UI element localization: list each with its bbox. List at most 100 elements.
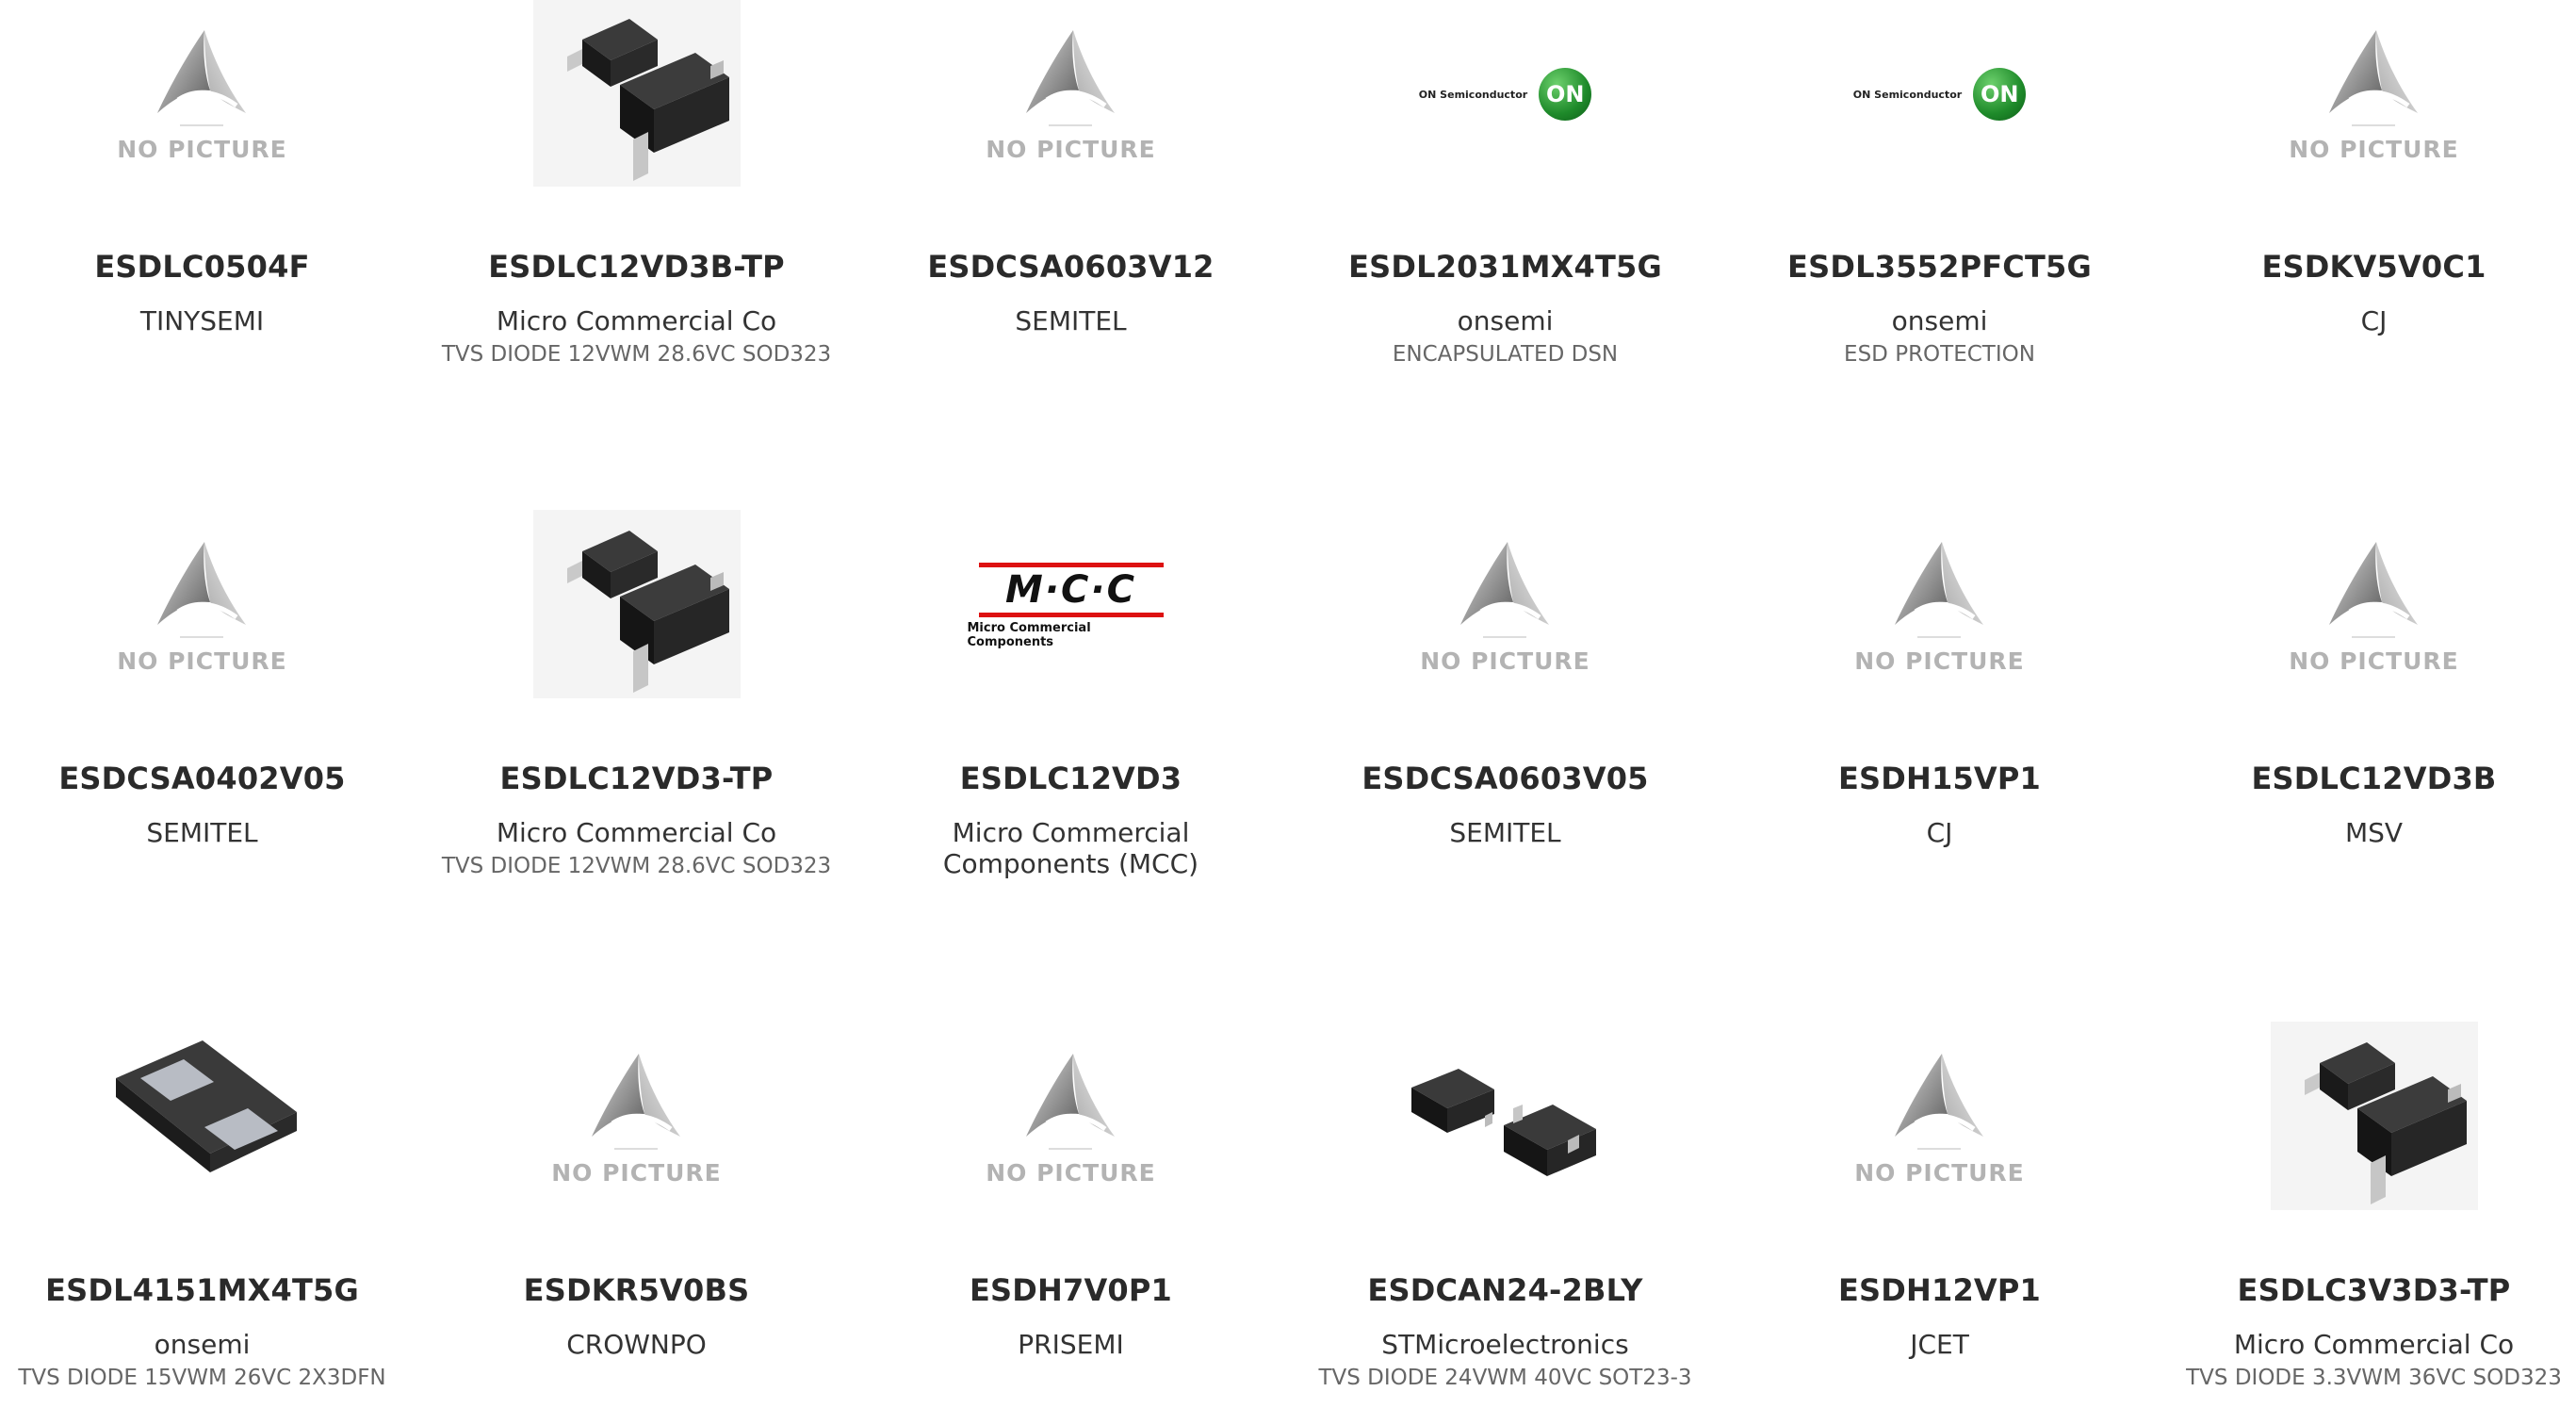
no-picture-placeholder[interactable]: NO PICTURE <box>1402 512 1609 700</box>
no-picture-icon: NO PICTURE <box>117 26 287 163</box>
product-card[interactable]: NO PICTURE ESDKV5V0C1 CJ <box>2157 0 2576 512</box>
no-picture-placeholder[interactable]: NO PICTURE <box>1836 1023 2044 1212</box>
no-picture-placeholder[interactable]: NO PICTURE <box>1836 512 2044 700</box>
manufacturer-name: Micro Commercial Co <box>2233 1329 2515 1360</box>
product-description: TVS DIODE 15VWM 26VC 2X3DFN <box>18 1366 386 1390</box>
product-description: TVS DIODE 12VWM 28.6VC SOD323 <box>441 342 832 367</box>
no-picture-text: NO PICTURE <box>117 647 287 675</box>
onsemi-logo-image[interactable]: ON Semiconductor ON <box>1402 0 1609 188</box>
manufacturer-name: PRISEMI <box>1018 1329 1124 1360</box>
part-number-link[interactable]: ESDCSA0603V12 <box>927 249 1214 285</box>
product-card[interactable]: NO PICTURE ESDH15VP1 CJ <box>1722 512 2157 1023</box>
no-picture-icon: NO PICTURE <box>986 1050 1156 1187</box>
onsemi-logo-text: ON Semiconductor <box>1852 88 1963 101</box>
mcc-logo: M·C·C Micro Commercial Components <box>968 563 1175 649</box>
sot23-package-image[interactable] <box>1402 1023 1609 1212</box>
divider <box>614 1147 659 1150</box>
product-card[interactable]: M·C·C Micro Commercial Components ESDLC12V… <box>854 512 1288 1023</box>
part-number-link[interactable]: ESDLC12VD3-TP <box>500 761 774 796</box>
divider <box>1917 1147 1962 1150</box>
sod323-package-image[interactable] <box>532 0 741 190</box>
manufacturer-name: SEMITEL <box>146 817 258 848</box>
no-picture-placeholder[interactable]: NO PICTURE <box>2271 512 2478 700</box>
divider <box>1049 123 1093 126</box>
product-card[interactable]: NO PICTURE ESDLC0504F TINYSEMI <box>0 0 419 512</box>
sod323-package-image[interactable] <box>2270 1022 2478 1212</box>
part-number-link[interactable]: ESDL3552PFCT5G <box>1787 249 2092 285</box>
no-picture-icon: NO PICTURE <box>117 538 287 675</box>
product-card[interactable]: ESDCAN24-2BLY STMicroelectronics TVS DIODE… <box>1288 1023 1722 1408</box>
product-card[interactable]: NO PICTURE ESDCSA0402V05 SEMITEL <box>0 512 419 1023</box>
part-number-link[interactable]: ESDH15VP1 <box>1838 761 2041 796</box>
no-picture-icon: NO PICTURE <box>551 1050 722 1187</box>
product-card[interactable]: ON Semiconductor ON ESDL2031MX4T5G onsemi EN… <box>1288 0 1722 512</box>
no-picture-text: NO PICTURE <box>2289 647 2459 675</box>
no-picture-icon: NO PICTURE <box>2289 538 2459 675</box>
divider <box>2352 635 2396 638</box>
manufacturer-name: Micro Commercial Co <box>496 305 777 336</box>
dfn-package-icon <box>99 1022 306 1214</box>
part-number-link[interactable]: ESDH12VP1 <box>1838 1272 2041 1308</box>
no-picture-placeholder[interactable]: NO PICTURE <box>968 1023 1175 1212</box>
no-picture-icon: NO PICTURE <box>1854 538 2025 675</box>
mcc-logo-image[interactable]: M·C·C Micro Commercial Components <box>968 512 1175 700</box>
no-picture-placeholder[interactable]: NO PICTURE <box>99 0 306 188</box>
no-picture-icon: NO PICTURE <box>1420 538 1590 675</box>
product-card[interactable]: ON Semiconductor ON ESDL3552PFCT5G onsemi ES… <box>1722 0 2157 512</box>
mcc-logo-bar <box>978 613 1164 617</box>
manufacturer-name: CROWNPO <box>566 1329 707 1360</box>
product-card[interactable]: NO PICTURE ESDH12VP1 JCET <box>1722 1023 2157 1408</box>
part-number-link[interactable]: ESDKV5V0C1 <box>2261 249 2486 285</box>
divider <box>180 123 224 126</box>
manufacturer-name: TINYSEMI <box>139 305 265 336</box>
mcc-logo-main: M·C·C <box>1005 568 1136 612</box>
part-number-link[interactable]: ESDCSA0603V05 <box>1361 761 1648 796</box>
manufacturer-name: JCET <box>1910 1329 1969 1360</box>
no-picture-text: NO PICTURE <box>986 135 1156 163</box>
no-picture-placeholder[interactable]: NO PICTURE <box>2271 0 2478 188</box>
manufacturer-name: onsemi <box>154 1329 251 1360</box>
sod323-package-image[interactable] <box>532 510 741 702</box>
part-number-link[interactable]: ESDH7V0P1 <box>970 1272 1172 1308</box>
divider <box>180 635 224 638</box>
product-description: ESD PROTECTION <box>1844 342 2035 367</box>
no-picture-icon: NO PICTURE <box>986 26 1156 163</box>
no-picture-placeholder[interactable]: NO PICTURE <box>533 1023 741 1212</box>
no-picture-placeholder[interactable]: NO PICTURE <box>968 0 1175 188</box>
product-card[interactable]: NO PICTURE ESDH7V0P1 PRISEMI <box>854 1023 1288 1408</box>
divider <box>1483 635 1527 638</box>
no-picture-text: NO PICTURE <box>117 135 287 163</box>
no-picture-icon: NO PICTURE <box>1854 1050 2025 1187</box>
product-card[interactable]: ESDLC12VD3-TP Micro Commercial Co TVS DIOD… <box>419 510 854 1023</box>
sod323-package-icon <box>532 0 741 190</box>
manufacturer-name: CJ <box>1926 817 1953 848</box>
part-number-link[interactable]: ESDCAN24-2BLY <box>1367 1272 1642 1308</box>
part-number-link[interactable]: ESDKR5V0BS <box>524 1272 750 1308</box>
part-number-link[interactable]: ESDLC0504F <box>94 249 309 285</box>
product-card[interactable]: NO PICTURE ESDKR5V0BS CROWNPO <box>419 1023 854 1408</box>
product-card[interactable]: NO PICTURE ESDCSA0603V12 SEMITEL <box>854 0 1288 512</box>
product-card[interactable]: NO PICTURE ESDLC12VD3B MSV <box>2157 512 2576 1023</box>
product-card[interactable]: ESDLC12VD3B-TP Micro Commercial Co TVS DIO… <box>419 0 854 512</box>
onsemi-logo: ON Semiconductor ON <box>1419 68 1592 121</box>
onsemi-logo-image[interactable]: ON Semiconductor ON <box>1836 0 2044 188</box>
part-number-link[interactable]: ESDLC12VD3 <box>960 761 1182 796</box>
part-number-link[interactable]: ESDLC3V3D3-TP <box>2238 1272 2511 1308</box>
manufacturer-name: Micro Commercial Co <box>496 817 777 848</box>
product-card[interactable]: ESDLC3V3D3-TP Micro Commercial Co TVS DIOD… <box>2157 1022 2576 1408</box>
manufacturer-name: SEMITEL <box>1015 305 1127 336</box>
manufacturer-name: SEMITEL <box>1449 817 1561 848</box>
part-number-link[interactable]: ESDLC12VD3B <box>2251 761 2496 796</box>
part-number-link[interactable]: ESDL2031MX4T5G <box>1348 249 1662 285</box>
product-grid: NO PICTURE ESDLC0504F TINYSEMI ESDLC12VD3B-… <box>0 0 2576 1408</box>
sod323-package-icon <box>532 510 741 702</box>
product-card[interactable]: NO PICTURE ESDCSA0603V05 SEMITEL <box>1288 512 1722 1023</box>
divider <box>2352 123 2396 126</box>
divider <box>1917 635 1962 638</box>
part-number-link[interactable]: ESDL4151MX4T5G <box>45 1272 359 1308</box>
no-picture-placeholder[interactable]: NO PICTURE <box>99 512 306 700</box>
product-card[interactable]: ESDL4151MX4T5G onsemi TVS DIODE 15VWM 26VC… <box>0 1023 419 1408</box>
dfn-package-image[interactable] <box>99 1023 306 1212</box>
part-number-link[interactable]: ESDCSA0402V05 <box>58 761 345 796</box>
part-number-link[interactable]: ESDLC12VD3B-TP <box>488 249 785 285</box>
